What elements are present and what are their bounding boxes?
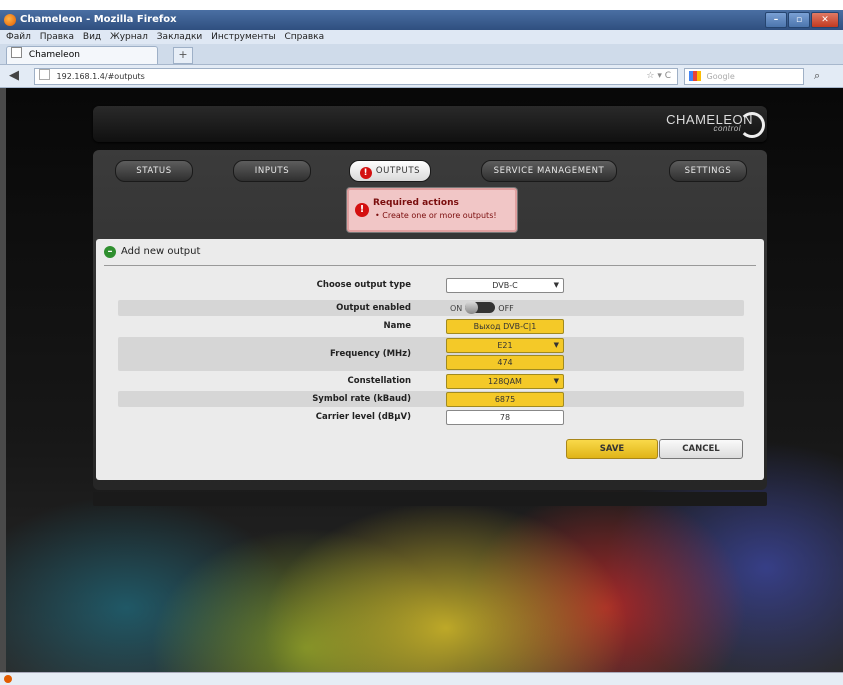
symbol-rate-label: Symbol rate (kBaud) [312, 394, 411, 404]
browser-window: Chameleon - Mozilla Firefox – ▫ ✕ Файл П… [0, 10, 843, 685]
row-carrier-level: Carrier level (dBµV) 78 [118, 409, 744, 425]
frequency-input[interactable]: 474 [446, 355, 564, 370]
tab-settings-label: SETTINGS [684, 166, 732, 176]
output-enabled-toggle[interactable]: ON OFF [450, 301, 514, 314]
tab-inputs[interactable]: INPUTS [233, 160, 311, 182]
constellation-label: Constellation [347, 376, 411, 386]
row-output-enabled: Output enabled ON OFF [118, 300, 744, 316]
search-box[interactable]: Google [684, 68, 804, 85]
row-symbol-rate: Symbol rate (kBaud) 6875 [118, 391, 744, 407]
chameleon-swirl-icon [739, 112, 765, 138]
frequency-channel-select[interactable]: E21 ▼ [446, 338, 564, 353]
tab-status[interactable]: STATUS [115, 160, 193, 182]
row-frequency: Frequency (MHz) E21 ▼ 474 [118, 337, 744, 371]
minimize-button[interactable]: – [765, 12, 787, 28]
menu-history[interactable]: Журнал [110, 32, 148, 42]
tab-settings[interactable]: SETTINGS [669, 160, 747, 182]
title-bar: Chameleon - Mozilla Firefox – ▫ ✕ [0, 10, 843, 30]
maximize-button[interactable]: ▫ [788, 12, 810, 28]
row-constellation: Constellation 128QAM ▼ [118, 373, 744, 389]
browser-tab[interactable]: Chameleon [6, 46, 158, 64]
alert-icon: ! [359, 167, 372, 179]
frequency-label: Frequency (MHz) [330, 349, 411, 359]
menu-tools[interactable]: Инструменты [211, 32, 275, 42]
google-icon [689, 71, 701, 81]
output-enabled-label: Output enabled [336, 303, 411, 313]
chevron-down-icon: ▼ [553, 341, 559, 349]
output-type-label: Choose output type [316, 280, 411, 290]
chevron-down-icon: ▼ [553, 281, 559, 289]
new-tab-button[interactable]: + [173, 47, 193, 64]
back-arrow-icon[interactable]: ◀ [6, 68, 22, 84]
firefox-icon [4, 14, 16, 26]
app-header: CHAMELEON control [93, 106, 767, 142]
status-bar [0, 672, 843, 685]
menu-view[interactable]: Вид [83, 32, 101, 42]
browser-tab-label: Chameleon [28, 50, 80, 60]
row-name: Name Выход DVB-C|1 [118, 318, 744, 334]
frequency-channel-value: E21 [497, 341, 513, 350]
tab-service-management-label: SERVICE MANAGEMENT [493, 166, 605, 176]
main-panel: STATUS INPUTS ! OUTPUTS SERVICE MANAGEMEN… [93, 150, 767, 490]
tab-outputs[interactable]: ! OUTPUTS [349, 160, 431, 182]
top-crop [0, 0, 843, 10]
toggle-on-label: ON [450, 304, 463, 313]
form-header: – Add new output [104, 246, 200, 258]
collapse-minus-icon[interactable]: – [104, 246, 116, 258]
output-type-select[interactable]: DVB-C ▼ [446, 278, 564, 293]
menu-edit[interactable]: Правка [40, 32, 74, 42]
tab-bar: Chameleon + [0, 44, 843, 65]
save-button[interactable]: SAVE [566, 439, 658, 459]
cancel-button[interactable]: CANCEL [659, 439, 743, 459]
required-alert-icon: ! [355, 203, 369, 217]
tab-inputs-label: INPUTS [254, 166, 290, 176]
tab-service-management[interactable]: SERVICE MANAGEMENT [481, 160, 617, 182]
page-content: CHAMELEON control STATUS INPUTS ! OUTPUTS… [6, 88, 843, 672]
menu-help[interactable]: Справка [284, 32, 324, 42]
form-divider [104, 265, 756, 266]
constellation-select[interactable]: 128QAM ▼ [446, 374, 564, 389]
chevron-down-icon: ▼ [553, 377, 559, 385]
output-type-value: DVB-C [492, 281, 518, 290]
symbol-rate-input[interactable]: 6875 [446, 392, 564, 407]
url-text: 192.168.1.4/#outputs [56, 72, 145, 81]
constellation-value: 128QAM [488, 377, 522, 386]
chameleon-logo: CHAMELEON control [666, 112, 765, 138]
search-placeholder: Google [706, 72, 735, 81]
site-identity-icon [39, 69, 50, 80]
toggle-off-label: OFF [498, 304, 514, 313]
menu-file[interactable]: Файл [6, 32, 31, 42]
menu-bookmarks[interactable]: Закладки [157, 32, 203, 42]
required-message: • Create one or more outputs! [375, 211, 497, 220]
tab-outputs-label: OUTPUTS [375, 166, 421, 176]
bookmark-star-icon[interactable]: ☆ ▾ C [646, 69, 671, 84]
toggle-switch[interactable] [465, 301, 496, 314]
tab-status-label: STATUS [136, 166, 172, 176]
close-button[interactable]: ✕ [811, 12, 839, 28]
nav-bar: ◀ 192.168.1.4/#outputs ☆ ▾ C Google ⌕ [0, 65, 843, 88]
search-icon[interactable]: ⌕ [814, 69, 820, 83]
window-title: Chameleon - Mozilla Firefox [20, 14, 177, 25]
carrier-level-input[interactable]: 78 [446, 410, 564, 425]
panel-footer-strip [93, 492, 767, 506]
name-label: Name [383, 321, 411, 331]
add-output-form: – Add new output Choose output type DVB-C… [96, 239, 764, 480]
url-bar[interactable]: 192.168.1.4/#outputs ☆ ▾ C [34, 68, 678, 85]
required-actions-box: ! Required actions • Create one or more … [347, 188, 517, 232]
row-output-type: Choose output type DVB-C ▼ [118, 277, 744, 293]
menu-bar: Файл Правка Вид Журнал Закладки Инструме… [0, 30, 843, 44]
page-favicon [11, 47, 22, 58]
window-controls: – ▫ ✕ [765, 12, 839, 28]
name-input[interactable]: Выход DVB-C|1 [446, 319, 564, 334]
form-title: Add new output [121, 246, 201, 257]
carrier-level-label: Carrier level (dBµV) [315, 412, 411, 422]
required-title: Required actions [373, 198, 459, 208]
status-icon [4, 675, 12, 683]
